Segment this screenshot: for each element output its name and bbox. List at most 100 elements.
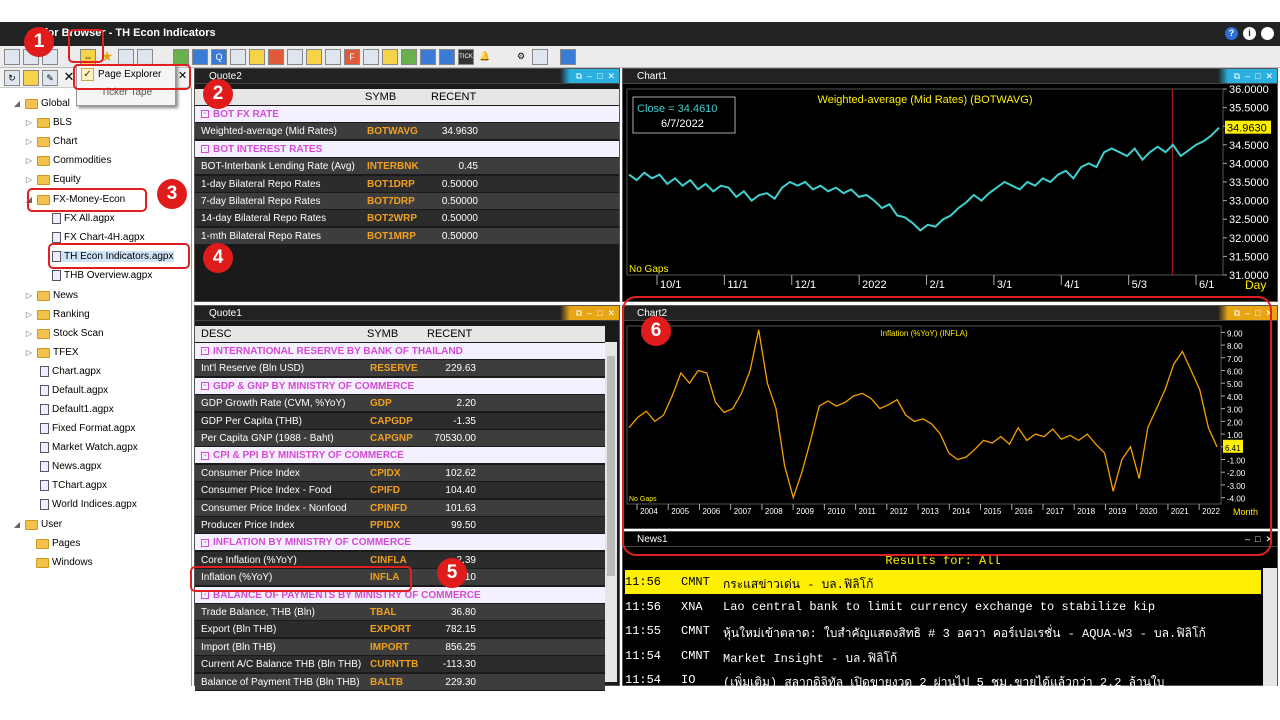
page-tool-icon[interactable]: [325, 48, 341, 65]
maximize-icon[interactable]: □: [1255, 71, 1260, 81]
collapse-icon[interactable]: -: [201, 145, 209, 154]
table-tool-icon[interactable]: [249, 48, 265, 65]
collapse-icon[interactable]: -: [201, 451, 209, 460]
quote-row[interactable]: Consumer Price Index - Food CPIFD 104.40: [195, 482, 605, 500]
calc-tool-icon[interactable]: [363, 48, 379, 65]
tree-file[interactable]: THB Overview.agpx: [52, 270, 152, 281]
col-recent[interactable]: RECENT: [431, 91, 476, 103]
tree-folder[interactable]: ▷ Ranking: [24, 309, 90, 320]
dock-icon[interactable]: ⧉: [576, 308, 582, 319]
tree-file[interactable]: Fixed Format.agpx: [40, 423, 135, 434]
news-row[interactable]: 11:56 XNA Lao central bank to limit curren…: [625, 595, 1261, 619]
tree-folder-global[interactable]: ◢ Global: [12, 98, 70, 109]
maximize-icon[interactable]: □: [597, 308, 602, 318]
quote-row[interactable]: Balance of Payment THB (Bln THB) BALTB 229…: [195, 673, 605, 691]
quote-row[interactable]: 14-day Bilateral Repo Rates BOT2WRP 0.5000…: [195, 210, 619, 228]
tree-file[interactable]: World Indices.agpx: [40, 499, 137, 510]
layout-icon[interactable]: [118, 48, 134, 65]
quote-row[interactable]: 1-mth Bilateral Repo Rates BOT1MRP 0.50000: [195, 227, 619, 245]
tree-folder[interactable]: ▷ Chart: [24, 136, 78, 147]
quote-row[interactable]: Producer Price Index PPIDX 99.50: [195, 517, 605, 534]
close-icon[interactable]: ✕: [607, 308, 615, 319]
maximize-icon[interactable]: □: [597, 71, 602, 81]
quote-row[interactable]: 7-day Bilateral Repo Rates BOT7DRP 0.50000: [195, 193, 619, 210]
tree-file[interactable]: Chart.agpx: [40, 366, 101, 377]
news-row[interactable]: 11:54 IO (เพิ่มเติม) สลากดิจิทัล เปิดขายงว…: [625, 668, 1261, 692]
col-desc[interactable]: DESC: [201, 328, 232, 340]
scroll-thumb[interactable]: [607, 356, 615, 576]
quote-row[interactable]: Current A/C Balance THB (Bln THB) CURNTTB…: [195, 656, 605, 674]
quote-row[interactable]: Int'l Reserve (Bln USD) RESERVE 229.63: [195, 360, 605, 378]
tree-folder[interactable]: ▷ Commodities: [24, 155, 111, 166]
tree-folder-user[interactable]: ◢ User: [12, 519, 62, 530]
quote-row[interactable]: Consumer Price Index CPIDX 102.62: [195, 464, 605, 482]
collapse-icon[interactable]: -: [201, 538, 209, 547]
new-icon[interactable]: [4, 48, 20, 65]
quote-tool-icon[interactable]: [192, 48, 208, 65]
tile-icon[interactable]: [137, 48, 153, 65]
chart1-plot[interactable]: 36.000035.500035.000034.500034.000033.50…: [623, 85, 1277, 301]
quote-row[interactable]: BOT-Interbank Lending Rate (Avg) INTERBNK…: [195, 158, 619, 176]
tree-folder[interactable]: Pages: [36, 538, 80, 549]
col-symb[interactable]: SYMB: [365, 91, 396, 103]
quote-row[interactable]: Per Capita GNP (1988 - Baht) CAPGNP 70530.…: [195, 430, 605, 447]
tree-folder[interactable]: ▷ BLS: [24, 117, 72, 128]
tree-file[interactable]: Market Watch.agpx: [40, 442, 138, 453]
news-row[interactable]: 11:54 CMNT Market Insight - บล.ฟิลิโก้: [625, 644, 1261, 668]
tree-folder[interactable]: ▷ News: [24, 290, 78, 301]
close-icon[interactable]: ✕: [1265, 71, 1273, 82]
quote1-scrollbar[interactable]: [605, 342, 617, 682]
minimize-icon[interactable]: –: [587, 71, 592, 81]
collapse-icon[interactable]: -: [201, 590, 209, 599]
tree-file[interactable]: FX All.agpx: [52, 213, 115, 224]
line-tool-icon[interactable]: [420, 48, 436, 65]
tree-folder[interactable]: Windows: [36, 557, 93, 568]
tree-file[interactable]: FX Chart-4H.agpx: [52, 232, 145, 243]
status-icon[interactable]: [1261, 27, 1274, 40]
query-tool-icon[interactable]: Q: [211, 48, 227, 65]
dock-icon[interactable]: ⧉: [1234, 71, 1240, 82]
minimize-icon[interactable]: –: [587, 308, 592, 318]
quote-row[interactable]: GDP Growth Rate (CVM, %YoY) GDP 2.20: [195, 395, 605, 413]
minimize-icon[interactable]: –: [1245, 71, 1250, 81]
refresh-icon[interactable]: ↻: [4, 69, 20, 86]
tree-folder[interactable]: ▷ TFEX: [24, 347, 79, 358]
tree-file[interactable]: TChart.agpx: [40, 480, 107, 491]
grid2-tool-icon[interactable]: [401, 48, 417, 65]
quote-row[interactable]: Trade Balance, THB (Bln) TBAL 36.80: [195, 604, 605, 621]
dock-icon[interactable]: ⧉: [576, 71, 582, 82]
tree-file[interactable]: Default1.agpx: [40, 404, 114, 415]
tick-tool-icon[interactable]: TICK: [458, 48, 474, 65]
export-icon[interactable]: [560, 48, 576, 65]
quote-row[interactable]: Export (Bln THB) EXPORT 782.15: [195, 621, 605, 639]
quote-row[interactable]: Import (Bln THB) IMPORT 856.25: [195, 638, 605, 656]
flag-tool-icon[interactable]: F: [344, 48, 360, 65]
tree-folder[interactable]: ▷ Stock Scan: [24, 328, 104, 339]
window-icon[interactable]: [532, 48, 548, 65]
close-icon[interactable]: ✕: [607, 71, 615, 82]
watch-tool-icon[interactable]: [306, 48, 322, 65]
quote-row[interactable]: 1-day Bilateral Repo Rates BOT1DRP 0.50000: [195, 175, 619, 193]
news-row[interactable]: 11:55 CMNT หุ้นใหม่เข้าตลาด: ใบสำคัญแสดงสิ…: [625, 619, 1261, 643]
tree-file[interactable]: News.agpx: [40, 461, 101, 472]
screen-tool-icon[interactable]: [287, 48, 303, 65]
help-icon[interactable]: ?: [1225, 27, 1238, 40]
quote-row[interactable]: Consumer Price Index - Nonfood CPINFD 101.…: [195, 499, 605, 517]
grid-tool-icon[interactable]: [230, 48, 246, 65]
quote-row[interactable]: Weighted-average (Mid Rates) BOTWAVG 34.96…: [195, 123, 619, 141]
bar-tool-icon[interactable]: [382, 48, 398, 65]
col-symb[interactable]: SYMB: [367, 328, 398, 340]
tree-file[interactable]: Default.agpx: [40, 385, 108, 396]
options-icon[interactable]: ⚙: [513, 49, 529, 65]
col-recent[interactable]: RECENT: [427, 328, 472, 340]
new-folder-icon[interactable]: [23, 69, 39, 86]
tree-folder[interactable]: ▷ Equity: [24, 174, 81, 185]
collapse-icon[interactable]: -: [201, 110, 209, 119]
analysis-tool-icon[interactable]: [439, 48, 455, 65]
collapse-icon[interactable]: -: [201, 382, 209, 391]
alert-tool-icon[interactable]: [268, 48, 284, 65]
info-icon[interactable]: i: [1243, 27, 1256, 40]
quote-row[interactable]: GDP Per Capita (THB) CAPGDP -1.35: [195, 412, 605, 430]
bell-icon[interactable]: 🔔: [477, 49, 493, 65]
news-scrollbar[interactable]: [1263, 568, 1277, 686]
